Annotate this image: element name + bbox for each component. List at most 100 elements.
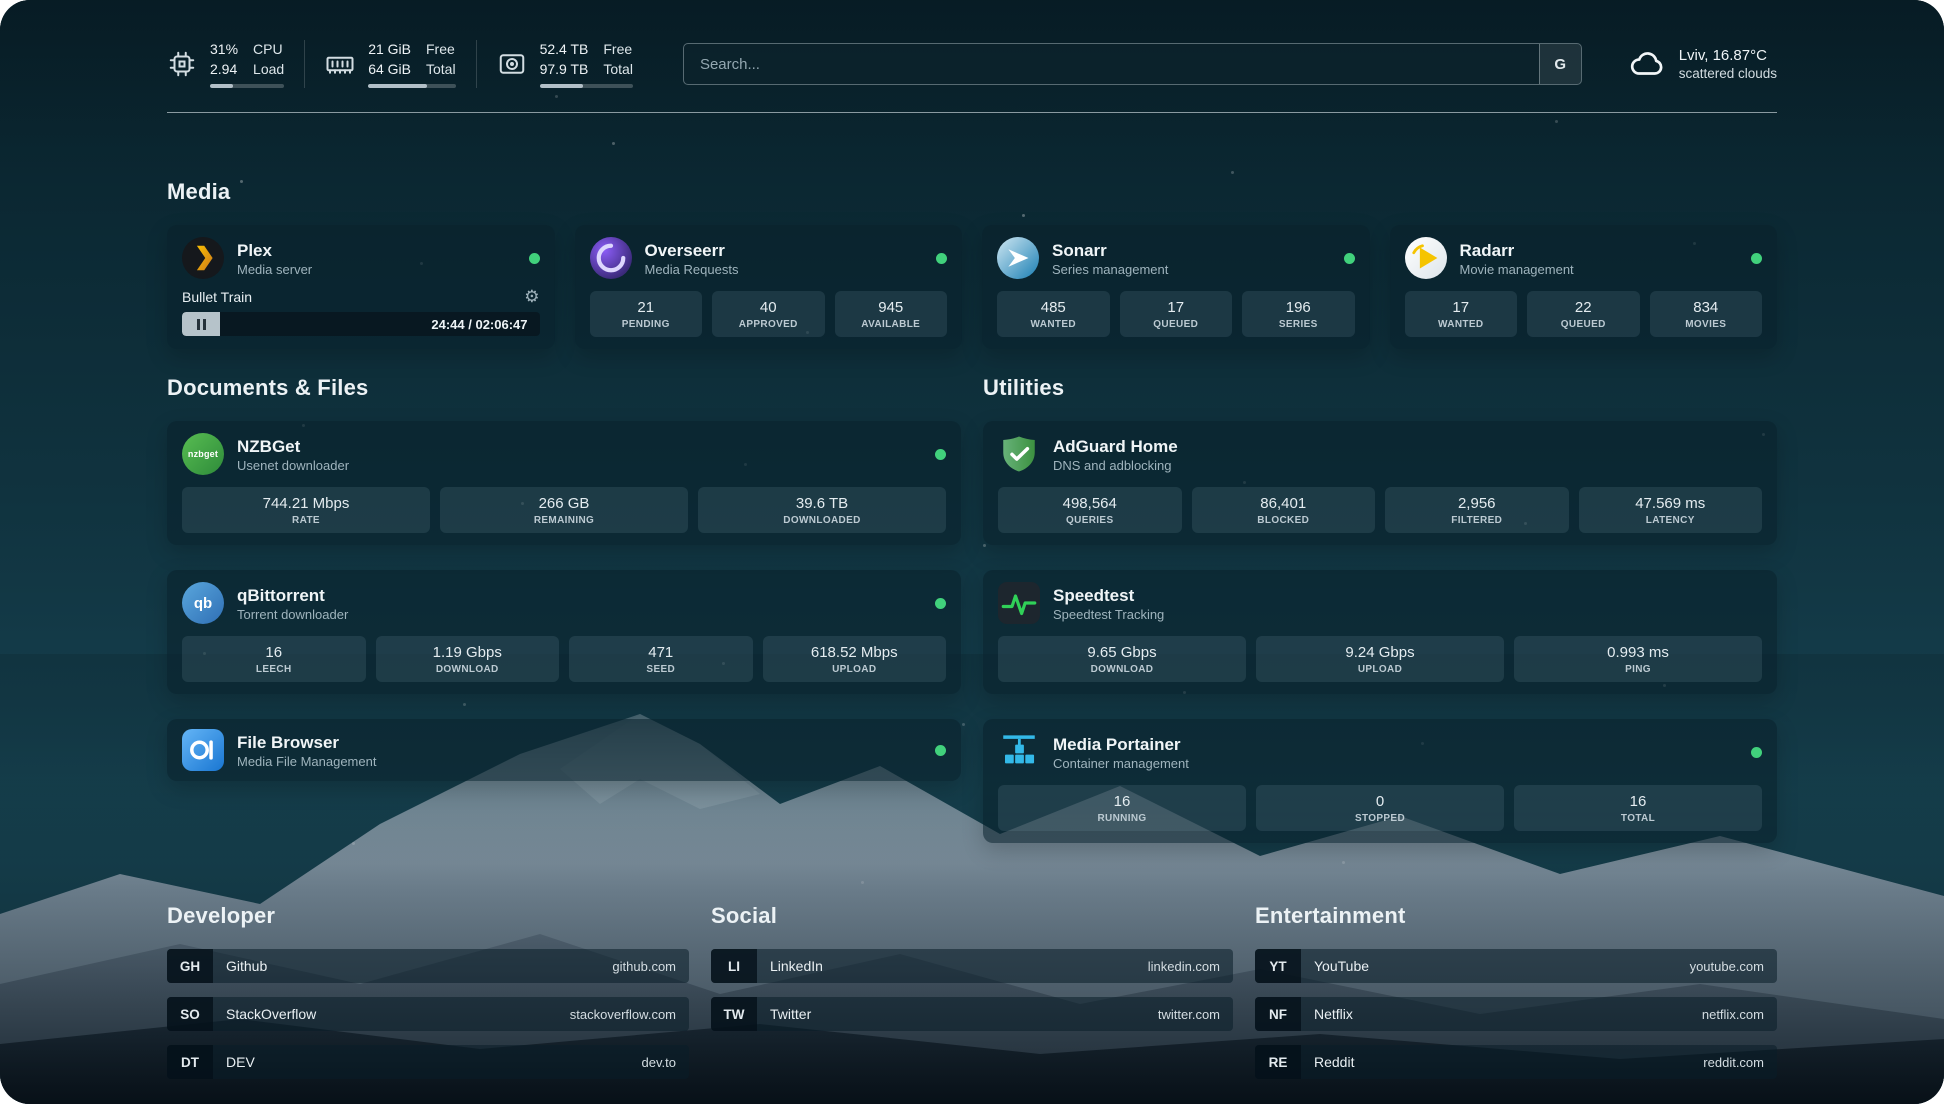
bookmark-stackoverflow[interactable]: SO StackOverflow stackoverflow.com: [167, 997, 689, 1031]
speedtest-card[interactable]: Speedtest Speedtest Tracking 9.65 Gbps D…: [983, 570, 1777, 694]
section-title-documents: Documents & Files: [167, 375, 961, 401]
bookmark-twitter[interactable]: TW Twitter twitter.com: [711, 997, 1233, 1031]
disk-label-bottom: Total: [603, 60, 633, 80]
utilities-column: Utilities AdGuard: [983, 375, 1777, 843]
ram-usage-fill: [368, 84, 427, 88]
app-name: AdGuard Home: [1053, 436, 1178, 457]
media-cards-row: Plex Media server Bullet Train ⚙ 24:44 /…: [167, 225, 1777, 349]
stat-approved: 40 APPROVED: [712, 291, 825, 337]
header-divider: [167, 112, 1777, 113]
pause-icon[interactable]: [182, 312, 220, 336]
adguard-card[interactable]: AdGuard Home DNS and adblocking 498,564 …: [983, 421, 1777, 545]
qbittorrent-logo-icon: qb: [182, 582, 224, 624]
app-name: Sonarr: [1052, 240, 1168, 261]
cpu-values: 31% 2.94: [210, 40, 238, 79]
app-name: Plex: [237, 240, 312, 261]
stat-queued: 22 QUEUED: [1527, 291, 1640, 337]
playback-progress-bar[interactable]: 24:44 / 02:06:47: [182, 312, 540, 336]
netflix-badge: NF: [1255, 997, 1301, 1031]
section-title-social: Social: [711, 903, 1233, 929]
stat-latency: 47.569 ms LATENCY: [1579, 487, 1763, 533]
reddit-badge: RE: [1255, 1045, 1301, 1079]
ram-label-bottom: Total: [426, 60, 456, 80]
speedtest-logo-icon: [998, 582, 1040, 624]
overseerr-card[interactable]: Overseerr Media Requests 21 PENDING 40 A…: [575, 225, 963, 349]
stat-total: 16 TOTAL: [1514, 785, 1762, 831]
disk-widget: 52.4 TB 97.9 TB Free Total: [497, 40, 633, 88]
disk-label-top: Free: [603, 40, 633, 60]
app-description: Series management: [1052, 262, 1168, 277]
stat-movies: 834 MOVIES: [1650, 291, 1763, 337]
bookmark-dev[interactable]: DT DEV dev.to: [167, 1045, 689, 1079]
ram-icon: [325, 49, 355, 79]
bookmark-netflix[interactable]: NF Netflix netflix.com: [1255, 997, 1777, 1031]
ram-values: 21 GiB 64 GiB: [368, 40, 411, 79]
bookmark-github[interactable]: GH Github github.com: [167, 949, 689, 983]
ram-free: 21 GiB: [368, 40, 411, 60]
section-title-entertainment: Entertainment: [1255, 903, 1777, 929]
plex-card[interactable]: Plex Media server Bullet Train ⚙ 24:44 /…: [167, 225, 555, 349]
stat-upload: 618.52 Mbps UPLOAD: [763, 636, 947, 682]
section-title-utilities: Utilities: [983, 375, 1777, 401]
gear-icon[interactable]: ⚙: [524, 288, 539, 305]
app-name: NZBGet: [237, 436, 349, 457]
weather-widget: Lviv, 16.87°C scattered clouds: [1628, 45, 1777, 83]
disk-labels: Free Total: [603, 40, 633, 79]
disk-free: 52.4 TB: [540, 40, 589, 60]
weather-condition: scattered clouds: [1679, 66, 1777, 81]
stat-download: 1.19 Gbps DOWNLOAD: [376, 636, 560, 682]
disk-icon: [497, 49, 527, 79]
disk-usage-fill: [540, 84, 583, 88]
search-input[interactable]: [684, 44, 1539, 84]
search-bar[interactable]: G: [683, 43, 1582, 85]
disk-values: 52.4 TB 97.9 TB: [540, 40, 589, 79]
portainer-card[interactable]: Media Portainer Container management 16 …: [983, 719, 1777, 843]
developer-column: Developer GH Github github.com SO StackO…: [167, 903, 689, 1093]
qbittorrent-card[interactable]: qb qBittorrent Torrent downloader 16 LEE…: [167, 570, 961, 694]
radarr-card[interactable]: Radarr Movie management 17 WANTED 22 QUE…: [1390, 225, 1778, 349]
app-description: Usenet downloader: [237, 458, 349, 473]
stat-wanted: 485 WANTED: [997, 291, 1110, 337]
ram-total: 64 GiB: [368, 60, 411, 80]
cpu-labels: CPU Load: [253, 40, 284, 79]
status-dot: [935, 598, 946, 609]
stat-rate: 744.21 Mbps RATE: [182, 487, 430, 533]
stat-series: 196 SERIES: [1242, 291, 1355, 337]
nzbget-card[interactable]: nzbget NZBGet Usenet downloader 744.21 M…: [167, 421, 961, 545]
filebrowser-card[interactable]: File Browser Media File Management: [167, 719, 961, 781]
bookmark-youtube[interactable]: YT YouTube youtube.com: [1255, 949, 1777, 983]
cpu-percent: 31%: [210, 40, 238, 60]
status-dot: [1751, 747, 1762, 758]
search-engine-button[interactable]: G: [1539, 44, 1581, 84]
stat-running: 16 RUNNING: [998, 785, 1246, 831]
disk-usage-bar: [540, 84, 633, 88]
stat-ping: 0.993 ms PING: [1514, 636, 1762, 682]
cpu-label-top: CPU: [253, 40, 284, 60]
plex-logo-icon: [182, 237, 224, 279]
sonarr-logo-icon: [997, 237, 1039, 279]
app-name: qBittorrent: [237, 585, 348, 606]
status-dot: [935, 449, 946, 460]
stat-queries: 498,564 QUERIES: [998, 487, 1182, 533]
section-title-developer: Developer: [167, 903, 689, 929]
linkedin-badge: LI: [711, 949, 757, 983]
bookmark-linkedin[interactable]: LI LinkedIn linkedin.com: [711, 949, 1233, 983]
status-dot: [935, 745, 946, 756]
sonarr-card[interactable]: Sonarr Series management 485 WANTED 17 Q…: [982, 225, 1370, 349]
section-title-media: Media: [167, 179, 1777, 205]
entertainment-column: Entertainment YT YouTube youtube.com NF …: [1255, 903, 1777, 1093]
stat-downloaded: 39.6 TB DOWNLOADED: [698, 487, 946, 533]
app-name: Media Portainer: [1053, 734, 1189, 755]
app-description: DNS and adblocking: [1053, 458, 1178, 473]
documents-column: Documents & Files nzbget NZBGet Usenet d…: [167, 375, 961, 843]
stat-available: 945 AVAILABLE: [835, 291, 948, 337]
bookmark-reddit[interactable]: RE Reddit reddit.com: [1255, 1045, 1777, 1079]
top-bar: 31% 2.94 CPU Load: [167, 0, 1777, 88]
status-dot: [529, 253, 540, 264]
status-dot: [1751, 253, 1762, 264]
status-dot: [1344, 253, 1355, 264]
radarr-logo-icon: [1405, 237, 1447, 279]
stat-pending: 21 PENDING: [590, 291, 703, 337]
stat-leech: 16 LEECH: [182, 636, 366, 682]
dashboard-window: 31% 2.94 CPU Load: [0, 0, 1944, 1104]
